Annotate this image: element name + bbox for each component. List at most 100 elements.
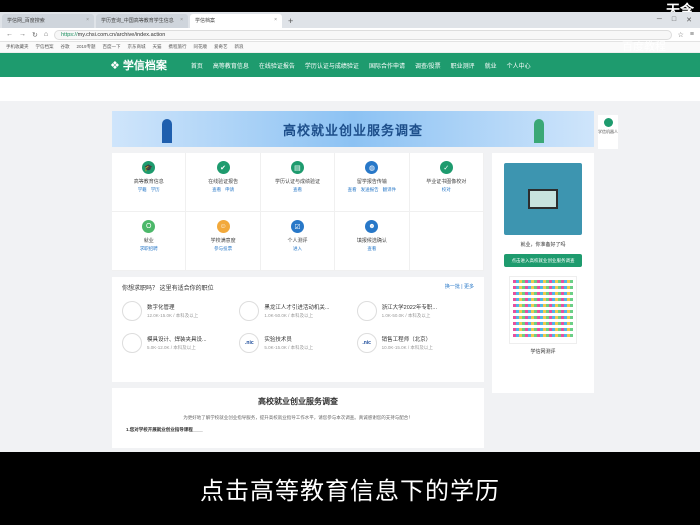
close-window-icon[interactable]: ✕ [686,16,692,24]
maximize-icon[interactable]: □ [672,16,676,24]
nav-item[interactable]: 高等教育信息 [213,61,249,70]
watermark: 百度教程 [622,41,666,53]
bookmark-item[interactable]: 爱奇艺 [214,44,228,50]
company-logo-icon: .nic [239,333,260,353]
browser-tab-active[interactable]: 学信档案 × [190,14,282,28]
nav-item[interactable]: 在线验证报告 [259,61,295,70]
more-jobs-link[interactable]: 更多 [464,284,474,290]
survey-banner[interactable]: 高校就业创业服务调查 [112,111,594,147]
company-logo-icon [122,333,142,353]
service-item[interactable]: ◍ 留学报告传输 查看 发送报告 翻译件 [335,153,410,212]
nav-item[interactable]: 职业测评 [451,61,475,70]
browser-tab[interactable]: 学信网_百度搜索 × [2,14,94,28]
company-logo-icon [122,301,142,321]
new-tab-icon[interactable]: + [284,16,297,28]
service-panel: 🎓 高等教育信息 学籍 学历 ✔ 在线验证报告 查看 申请 ▤ 学历认证与成绩验证 查看 ◍ 留学报告传… [112,153,484,271]
service-link[interactable]: 申请 [225,187,234,193]
offer-icon: O [142,220,156,233]
job-item[interactable]: 浙江大学2022年专职... 1.0K-50.0K / 本科及以上 [356,301,474,321]
bookmarks-bar: 手机收藏夹 学信档案 谷歌 2019专题 百度一下 京东商城 天猫 携程旅行 同花顺 爱奇艺 新浪 [0,42,700,53]
close-icon[interactable]: × [180,17,183,25]
bookmark-item[interactable]: 京东商城 [128,44,146,50]
graduation-cap-icon: 🎓 [142,161,156,174]
service-link[interactable]: 求职招聘 [140,246,158,252]
bookmark-item[interactable]: 谷歌 [61,44,70,50]
service-name: 学校满意度 [210,238,236,244]
nav-item[interactable]: 首页 [191,61,203,70]
service-item[interactable]: ☑ 个人测评 进入 [260,212,336,271]
url-field[interactable]: https://my.chsi.com.cn/archive/index.act… [54,29,672,40]
company-logo-icon [356,301,377,321]
jobs-panel: 你想求职吗？ 这里有适合你的职位 换一批 | 更多 数字化管理 12.0K-15.… [112,277,484,382]
minimize-icon[interactable]: ─ [657,16,662,24]
service-link[interactable]: 校对 [442,187,451,193]
nav-item[interactable]: 学历认证与成绩验证 [305,61,359,70]
video-subtitle: 点击高等教育信息下的学历 [200,477,500,505]
back-icon[interactable]: ← [6,31,13,38]
job-item[interactable]: .nic 实验技术员 5.0K-15.0K / 本科及以上 [239,333,356,353]
browser-tab[interactable]: 学历查询_中国高等教育学生信息 × [96,14,188,28]
service-item[interactable]: ☻ 填报候选确认 查看 [335,212,410,271]
nav-item[interactable]: 就业 [485,61,497,70]
job-meta: 5.0K-12.0K / 本科及以上 [147,345,196,350]
job-title: 浙江大学2022年专职... [381,305,437,311]
service-link[interactable]: 查看 [367,246,376,252]
close-icon[interactable]: × [86,17,89,25]
job-item[interactable]: 黑龙江人才引进活动机关... 1.0K-50.0K / 本科及以上 [239,301,356,321]
tab-strip: 学信网_百度搜索 × 学历查询_中国高等教育学生信息 × 学信档案 × + ─ □ ✕ [0,12,700,28]
service-item[interactable]: O 就业 求职招聘 [112,212,187,271]
service-name: 填报候选确认 [356,238,387,244]
survey-title: 高校就业创业服务调查 [258,397,338,406]
service-link[interactable]: 翻译件 [383,187,397,193]
service-link[interactable]: 查看 [348,187,357,193]
service-item[interactable]: ✓ 毕业证书图像校对 校对 [409,153,484,212]
service-link[interactable]: 参与投票 [214,246,232,252]
service-link[interactable]: 查看 [212,187,221,193]
promo-text: 就业，你准备好了吗 [520,242,566,248]
job-item[interactable]: .nic 销售工程师（北京） 10.0K-15.0K / 本科及以上 [356,333,474,353]
site-logo[interactable]: ❖ 学信档案 [110,57,167,73]
survey-entry-button[interactable]: 点击进入高校就业创业服务调查 [504,254,582,267]
right-panel: 就业，你准备好了吗 点击进入高校就业创业服务调查 学信网测评 [492,153,594,393]
close-icon[interactable]: × [274,17,277,25]
robot-icon [603,118,613,127]
bookmark-item[interactable]: 天猫 [153,44,162,50]
job-item[interactable]: 模具设计、焊装夹具设... 5.0K-12.0K / 本科及以上 [122,333,239,353]
bookmark-item[interactable]: 学信档案 [36,44,54,50]
star-icon[interactable]: ☆ [678,31,684,39]
job-meta: 10.0K-15.0K / 本科及以上 [381,345,433,350]
bookmark-item[interactable]: 携程旅行 [169,44,187,50]
service-link[interactable]: 发送报告 [361,187,379,193]
refresh-jobs-link[interactable]: 换一批 [445,284,460,290]
service-item[interactable]: 🎓 高等教育信息 学籍 学历 [112,153,187,212]
job-title: 实验技术员 [264,337,292,343]
service-item[interactable]: ✔ 在线验证报告 查看 申请 [186,153,261,212]
nav-item[interactable]: 调查/投票 [415,61,441,70]
job-item[interactable]: 数字化管理 12.0K-15.0K / 本科及以上 [122,301,239,321]
service-name: 个人测评 [287,238,308,244]
bookmark-item[interactable]: 手机收藏夹 [6,44,29,50]
forward-icon[interactable]: → [19,31,26,38]
bookmark-item[interactable]: 同花顺 [194,44,208,50]
job-title: 黑龙江人才引进活动机关... [264,305,330,311]
menu-icon[interactable]: ≡ [690,31,694,38]
survey-panel: 高校就业创业服务调查 为更好地了解学校就业创业指导服务，提升高校就业指导工作水平… [112,388,484,448]
service-link[interactable]: 学历 [151,187,160,193]
home-icon[interactable]: ⌂ [44,31,48,38]
nav-item[interactable]: 个人中心 [507,61,531,70]
job-title: 数字化管理 [147,305,175,311]
service-item[interactable]: ☺ 学校满意度 参与投票 [186,212,261,271]
robot-assistant-button[interactable]: 学信机器人 [598,115,618,149]
reload-icon[interactable]: ↻ [32,31,38,39]
service-link[interactable]: 进入 [293,246,302,252]
job-meta: 12.0K-15.0K / 本科及以上 [147,313,199,318]
bookmark-item[interactable]: 百度一下 [103,44,121,50]
nav-item[interactable]: 国际合作申请 [369,61,405,70]
bookmark-item[interactable]: 2019专题 [77,44,96,50]
service-name: 毕业证书图像校对 [426,179,467,185]
service-link[interactable]: 学籍 [138,187,147,193]
service-item[interactable]: ▤ 学历认证与成绩验证 查看 [260,153,336,212]
service-link[interactable]: 查看 [293,187,302,193]
job-title: 销售工程师（北京） [381,337,432,343]
bookmark-item[interactable]: 新浪 [235,44,244,50]
